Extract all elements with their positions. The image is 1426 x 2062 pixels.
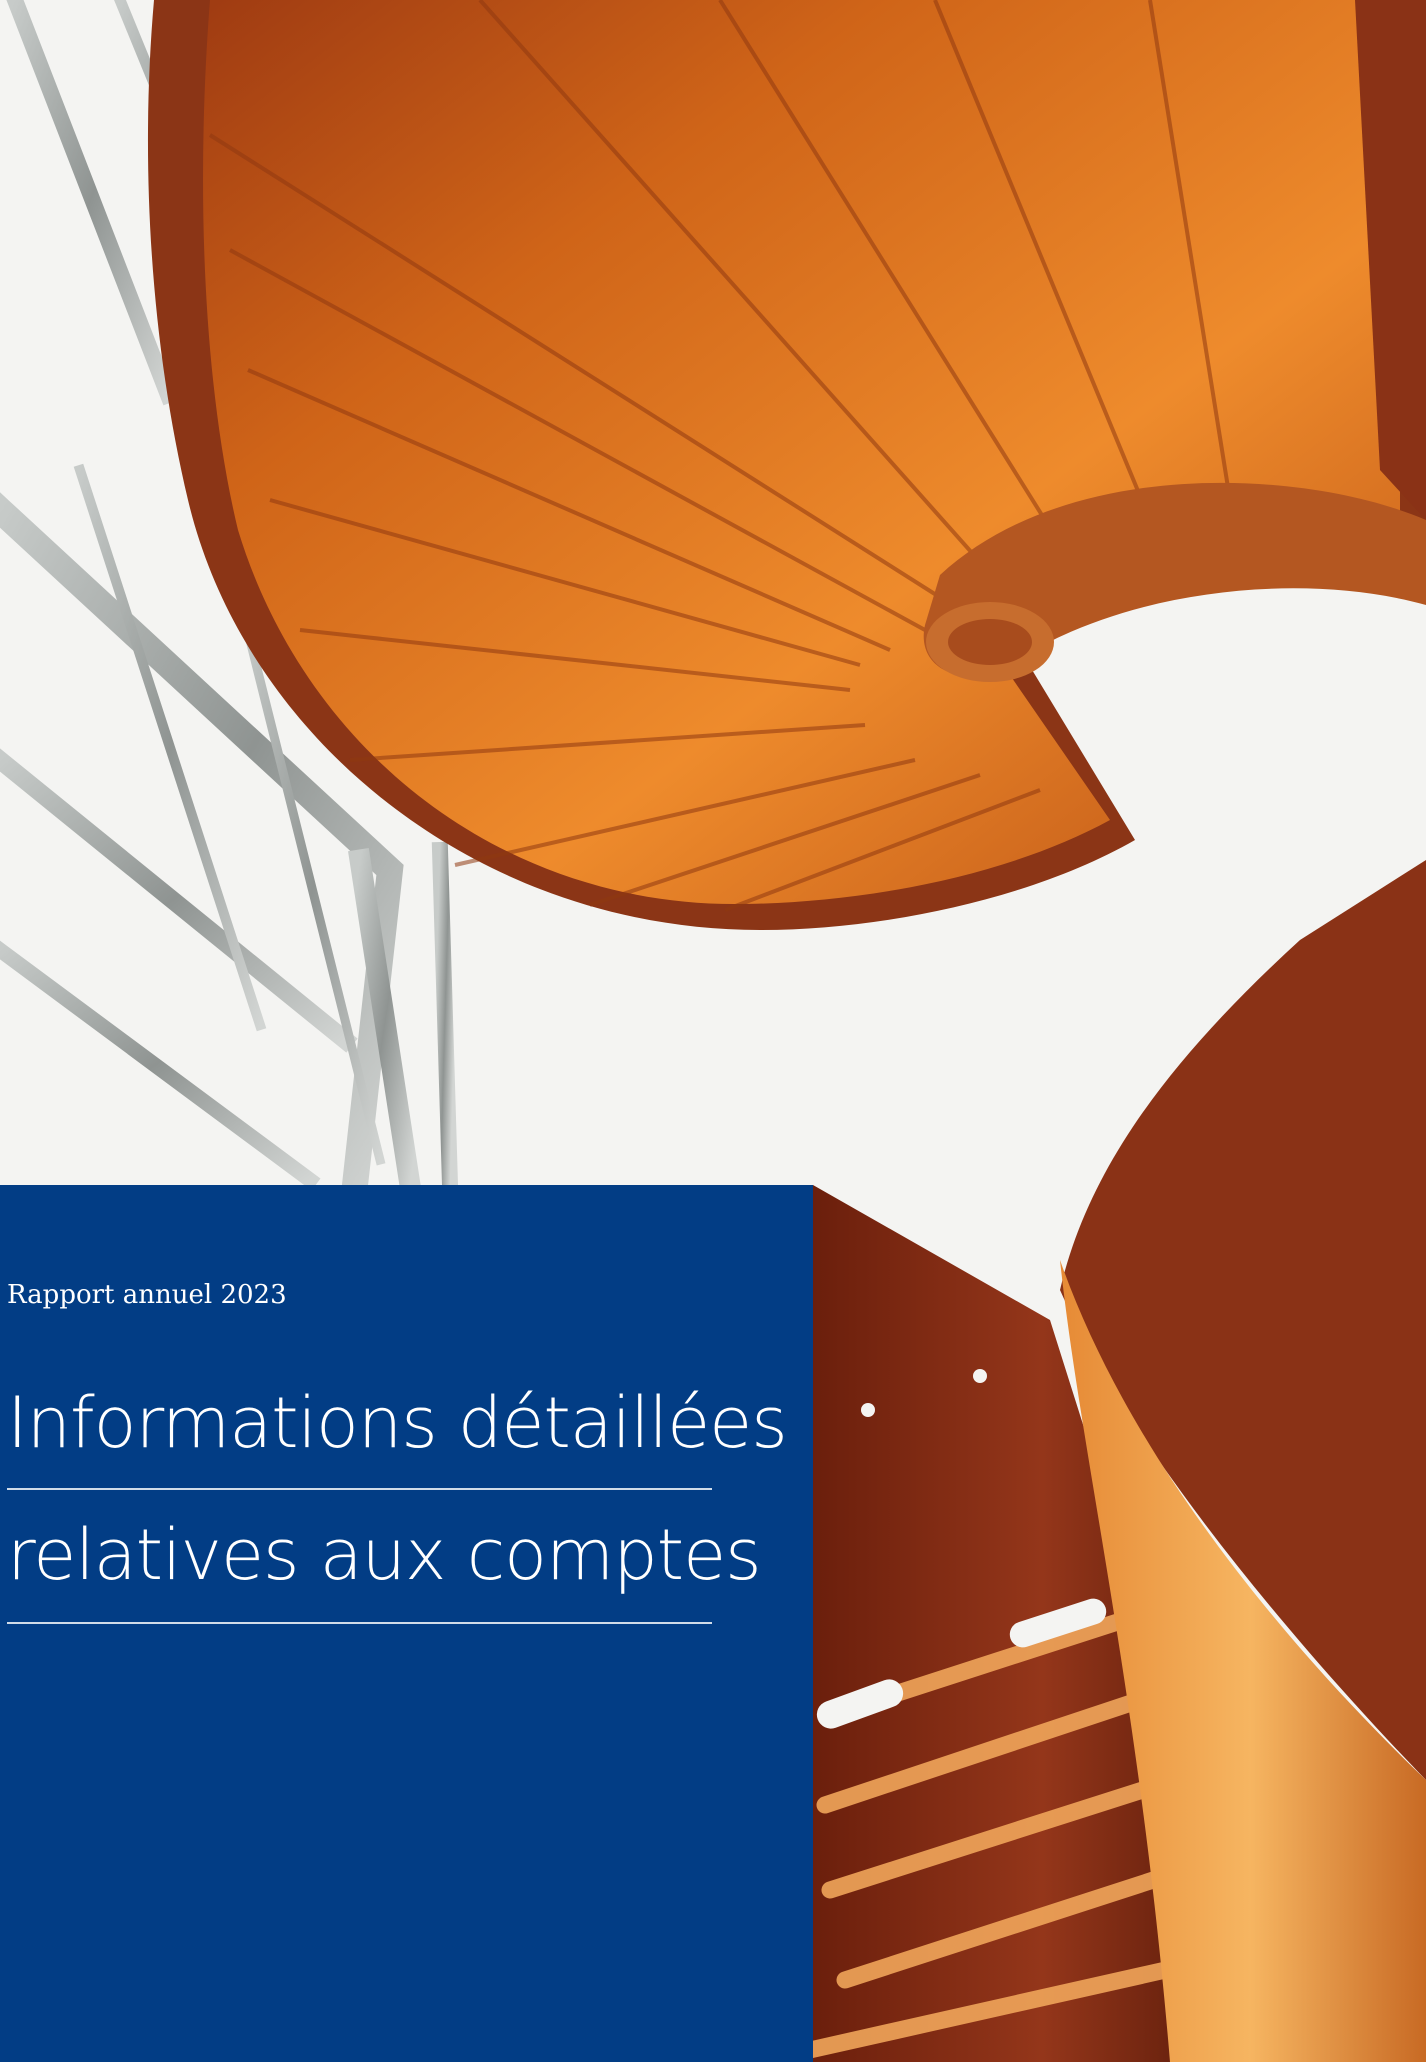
- title-line-1: Informations détaillées: [7, 1380, 788, 1490]
- report-label: Rapport annuel 2023: [7, 1280, 287, 1310]
- title-line-2: relatives aux comptes: [7, 1512, 762, 1624]
